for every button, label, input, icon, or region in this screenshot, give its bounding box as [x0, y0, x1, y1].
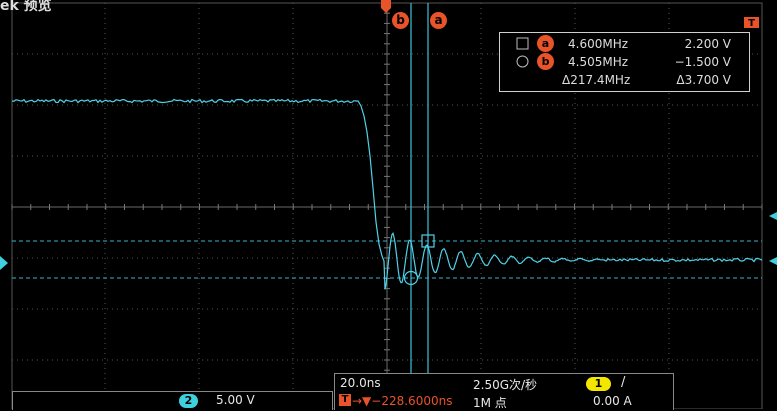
- cursor-b-label[interactable]: b: [392, 12, 409, 29]
- trigger-icon: T: [339, 394, 351, 406]
- channel2-scale-panel[interactable]: 2 5.00 V: [12, 391, 333, 410]
- channel2-badge[interactable]: 2: [179, 394, 198, 408]
- square-icon: [516, 36, 532, 52]
- trigger-level-label: T: [748, 18, 755, 29]
- cursor-b-voltage: −1.500 V: [674, 55, 731, 69]
- cursor-a-label[interactable]: a: [430, 12, 447, 29]
- sample-rate: 2.50G次/秒: [473, 378, 538, 392]
- trigger-source-badge[interactable]: 1: [586, 377, 611, 391]
- timebase-status-panel[interactable]: 20.0ns 2.50G次/秒 1 / T →▼−228.6000ns 1M 点…: [334, 373, 674, 410]
- trigger-slope-icon: /: [621, 375, 626, 390]
- channel-ground-marker[interactable]: [0, 256, 8, 270]
- trigger-level: 0.00 A: [593, 394, 632, 408]
- trigger-position: →▼−228.6000ns: [352, 394, 453, 408]
- trigger-position-marker[interactable]: [381, 0, 391, 13]
- right-level-marker-1: [769, 212, 777, 220]
- cursor-measurement-panel: a 4.600MHz 2.200 V b 4.505MHz −1.500 V Δ…: [499, 32, 750, 92]
- delta-frequency: Δ217.4MHz: [562, 73, 631, 87]
- record-length: 1M 点: [473, 396, 507, 410]
- cursor-b-icon: b: [537, 53, 554, 70]
- cursor-b-frequency: 4.505MHz: [568, 55, 629, 69]
- circle-icon: [516, 54, 532, 70]
- vertical-cursors[interactable]: [410, 3, 429, 409]
- cursor-a-voltage: 2.200 V: [684, 37, 731, 51]
- channel2-scale: 5.00 V: [216, 393, 255, 407]
- timebase-scale: 20.0ns: [340, 376, 381, 390]
- cursor-a-frequency: 4.600MHz: [568, 37, 629, 51]
- page-title: ek 预览: [0, 0, 52, 14]
- trigger-level-marker[interactable]: T: [744, 17, 759, 29]
- cursor-a-icon: a: [537, 35, 554, 52]
- right-level-marker-2: [769, 257, 777, 265]
- delta-voltage: Δ3.700 V: [676, 73, 731, 87]
